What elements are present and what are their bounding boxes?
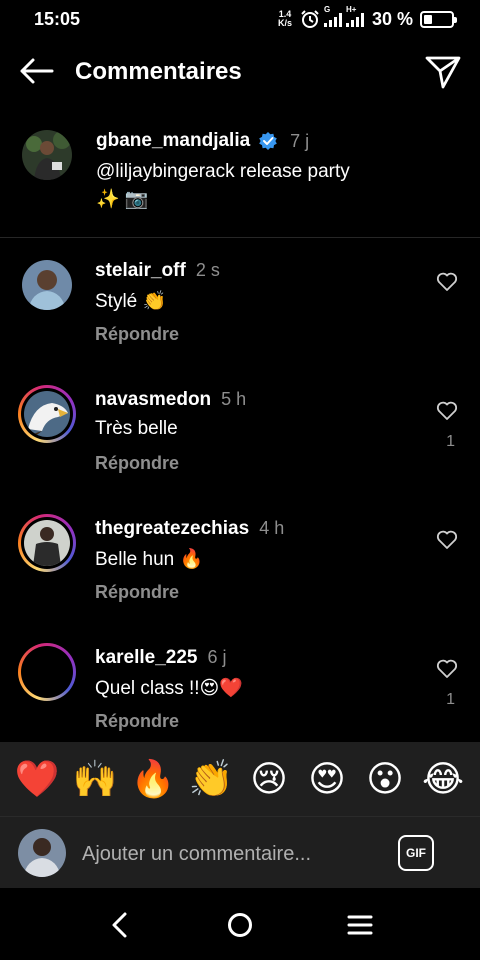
status-bar: 15:05 1.4 K/s G H+ 30 % <box>0 0 480 38</box>
signal-icon: H+ <box>345 5 364 27</box>
signal-icon: G <box>323 5 342 27</box>
emoji-crying-button[interactable]: 😢 <box>243 759 295 799</box>
comment-username[interactable]: navasmedon <box>95 389 211 411</box>
caption-username[interactable]: gbane_mandjalia <box>96 130 250 152</box>
nav-home-icon[interactable] <box>225 910 255 940</box>
reply-button[interactable]: Répondre <box>95 453 179 474</box>
avatar[interactable] <box>22 260 72 310</box>
battery-percent: 30 % <box>371 8 413 29</box>
network-speed: 1.4 K/s <box>277 9 292 28</box>
heart-icon[interactable] <box>436 530 458 550</box>
comment-time: 5 h <box>221 389 247 409</box>
header: Commentaires <box>0 38 480 106</box>
heart-icon[interactable] <box>436 272 458 292</box>
nav-back-icon[interactable] <box>105 910 135 940</box>
comment-header: stelair_off 2 s <box>95 260 220 282</box>
emoji-laughing-button[interactable]: 😂 <box>417 759 469 799</box>
status-icons: 1.4 K/s G H+ 30 % <box>274 5 457 32</box>
emoji-clap-button[interactable]: 👏 <box>185 759 237 799</box>
caption-text: @liljaybingerack release party ✨ 📷 <box>96 158 436 214</box>
emoji-heart-button[interactable]: ❤️ <box>11 759 63 799</box>
comment-composer: GIF <box>0 816 480 888</box>
system-nav-bar <box>0 888 480 960</box>
comment-time: 4 h <box>259 518 285 538</box>
comment-header: navasmedon 5 h <box>95 389 246 411</box>
comment-text: Très belle <box>95 418 178 439</box>
heart-icon[interactable] <box>436 401 458 421</box>
battery-icon <box>420 10 457 28</box>
comment-text: Stylé 👏 <box>95 291 167 312</box>
emoji-fire-button[interactable]: 🔥 <box>127 759 179 799</box>
comment-header: karelle_225 6 j <box>95 647 227 669</box>
caption-line-1: @liljaybingerack release party <box>96 161 350 182</box>
heart-icon[interactable] <box>436 659 458 679</box>
comment-time: 2 s <box>195 260 220 280</box>
avatar[interactable] <box>24 520 70 566</box>
comment-username[interactable]: stelair_off <box>95 260 186 282</box>
comment-item: stelair_off 2 s Stylé 👏 Répondre <box>0 260 480 380</box>
comment-input[interactable] <box>82 839 362 869</box>
emoji-raised-hands-button[interactable]: 🙌 <box>69 759 121 799</box>
comment-username[interactable]: thegreatezechias <box>95 518 249 540</box>
status-time: 15:05 <box>34 9 81 29</box>
comment-item: thegreatezechias 4 h Belle hun 🔥 Répondr… <box>0 514 480 638</box>
alarm-icon <box>301 10 319 28</box>
emoji-heart-eyes-button[interactable]: 😍 <box>301 759 353 799</box>
verified-badge-icon <box>259 132 277 150</box>
gif-button[interactable]: GIF <box>398 835 434 871</box>
page-title: Commentaires <box>75 58 242 85</box>
avatar[interactable] <box>24 391 70 437</box>
emoji-reaction-bar: ❤️ 🙌 🔥 👏 😢 😍 😮 😂 <box>0 742 480 816</box>
back-arrow-icon[interactable] <box>16 56 56 86</box>
comment-username[interactable]: karelle_225 <box>95 647 198 669</box>
avatar <box>18 829 66 877</box>
caption-line-2: ✨ 📷 <box>96 189 149 210</box>
caption-username-row: gbane_mandjalia 7 j <box>96 130 309 152</box>
reply-button[interactable]: Répondre <box>95 582 179 603</box>
post-caption: gbane_mandjalia 7 j @liljaybingerack rel… <box>0 120 480 238</box>
like-count: 1 <box>446 691 455 708</box>
reply-button[interactable]: Répondre <box>95 711 179 732</box>
comment-header: thegreatezechias 4 h <box>95 518 284 540</box>
comment-text: Quel class !!😍❤️ <box>95 678 244 699</box>
comment-text: Belle hun 🔥 <box>95 549 204 570</box>
like-count: 1 <box>446 433 455 450</box>
comment-item: navasmedon 5 h Très belle Répondre 1 <box>0 385 480 509</box>
caption-time: 7 j <box>290 130 310 151</box>
paper-plane-icon[interactable] <box>424 54 462 90</box>
nav-menu-icon[interactable] <box>345 910 375 940</box>
comment-time: 6 j <box>207 647 227 667</box>
avatar[interactable] <box>22 130 72 180</box>
avatar[interactable] <box>24 649 70 695</box>
reply-button[interactable]: Répondre <box>95 324 179 345</box>
emoji-surprised-button[interactable]: 😮 <box>359 759 411 799</box>
